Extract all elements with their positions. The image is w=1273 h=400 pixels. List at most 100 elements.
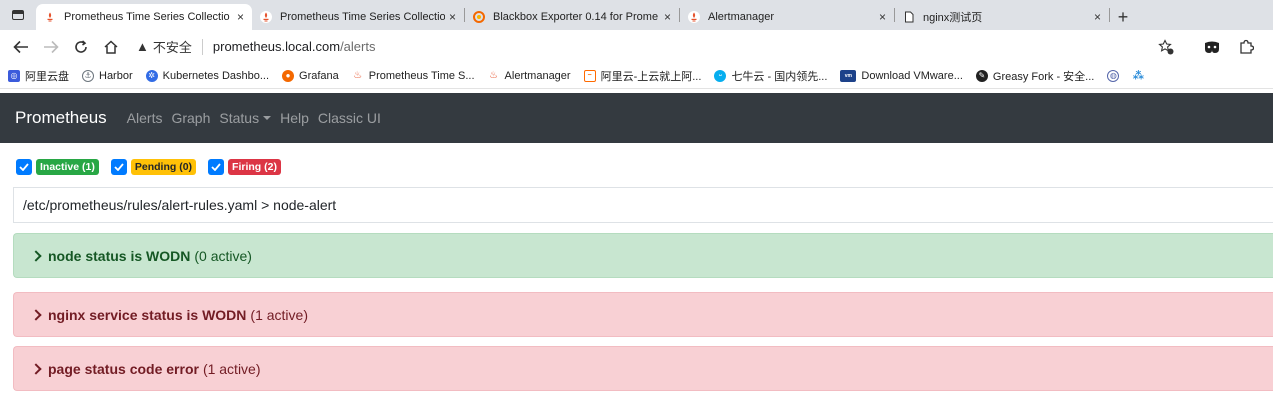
bookmark-item[interactable]: ♨ Alertmanager bbox=[487, 69, 571, 82]
alert-rule-firing[interactable]: nginx service status is WODN (1 active) bbox=[13, 292, 1273, 337]
grafana-icon: ● bbox=[282, 69, 295, 82]
chevron-right-icon bbox=[30, 362, 42, 375]
bookmark-label: Grafana bbox=[299, 69, 339, 82]
badge-firing: Firing (2) bbox=[228, 159, 281, 175]
bookmark-label: Harbor bbox=[99, 69, 133, 82]
home-button[interactable] bbox=[96, 33, 126, 61]
checkmark-icon bbox=[114, 163, 124, 171]
bookmark-label: 七牛云 - 国内领先... bbox=[731, 70, 828, 83]
tab-close-icon[interactable]: × bbox=[879, 10, 886, 24]
tab-close-icon[interactable]: × bbox=[237, 10, 244, 24]
globe-icon: ◍ bbox=[1107, 69, 1120, 82]
reload-button[interactable] bbox=[66, 33, 96, 61]
browser-toolbar: ▲ 不安全 prometheus.local.com /alerts bbox=[0, 30, 1273, 63]
prometheus-icon: ♨ bbox=[487, 69, 500, 82]
browser-tab-strip: Prometheus Time Series Collectio × Prome… bbox=[0, 0, 1273, 30]
checkbox-inactive[interactable] bbox=[16, 159, 32, 175]
arrow-left-icon bbox=[13, 40, 28, 53]
alert-active-count: (1 active) bbox=[202, 360, 261, 377]
bookmark-item[interactable]: ✎ Greasy Fork - 安全... bbox=[975, 68, 1094, 84]
nav-status-label: Status bbox=[219, 110, 260, 126]
badge-inactive: Inactive (1) bbox=[36, 159, 99, 175]
bookmark-item[interactable]: ᵕ 七牛云 - 国内领先... bbox=[714, 68, 827, 84]
prometheus-icon: ♨ bbox=[351, 69, 364, 82]
alert-name: node status is WODN bbox=[48, 247, 191, 264]
tab-close-icon[interactable]: × bbox=[449, 10, 456, 24]
nav-help[interactable]: Help bbox=[280, 110, 309, 126]
bookmark-item[interactable]: ● Grafana bbox=[282, 69, 339, 82]
address-divider bbox=[201, 38, 203, 55]
profile-button[interactable] bbox=[1195, 33, 1229, 61]
kubernetes-icon: ✲ bbox=[145, 69, 158, 82]
alert-active-count: (1 active) bbox=[250, 306, 308, 323]
bookmark-item[interactable]: ⚓ Harbor bbox=[82, 69, 133, 82]
bookmark-item[interactable]: ♨ Prometheus Time S... bbox=[351, 69, 475, 82]
grafana-icon bbox=[473, 11, 485, 23]
arrow-right-icon bbox=[44, 40, 59, 53]
nav-graph[interactable]: Graph bbox=[171, 110, 210, 126]
insecure-label[interactable]: 不安全 bbox=[153, 37, 192, 56]
tab-actions-button[interactable] bbox=[0, 0, 36, 30]
bookmark-item[interactable]: ✲ Kubernetes Dashbo... bbox=[145, 69, 270, 82]
filter-pending[interactable]: Pending (0) bbox=[110, 159, 197, 175]
alert-name: page status code error bbox=[48, 360, 199, 377]
checkbox-firing[interactable] bbox=[208, 159, 225, 175]
badge-pending: Pending (0) bbox=[130, 159, 197, 175]
star-add-icon bbox=[1158, 38, 1174, 54]
new-tab-button[interactable]: + bbox=[1110, 4, 1136, 30]
state-filters: Inactive (1) Pending (0) Firing (2) bbox=[16, 158, 293, 176]
address-bar[interactable]: ▲ 不安全 prometheus.local.com /alerts bbox=[126, 33, 1149, 61]
page-icon bbox=[905, 11, 914, 23]
toolbar-right-icons bbox=[1149, 33, 1273, 61]
nav-alerts[interactable]: Alerts bbox=[127, 110, 163, 126]
bookmark-label: Download VMware... bbox=[861, 69, 963, 82]
bookmark-label: 阿里云盘 bbox=[25, 70, 69, 83]
reload-icon bbox=[75, 39, 87, 53]
bookmark-label: Prometheus Time S... bbox=[368, 69, 475, 82]
prometheus-navbar: Prometheus Alerts Graph Status Help Clas… bbox=[0, 93, 1273, 143]
alert-active-count: (0 active) bbox=[194, 247, 252, 264]
app-grid-icon: ⁂ bbox=[1132, 69, 1145, 82]
favorite-button[interactable] bbox=[1149, 33, 1183, 61]
filter-firing[interactable]: Firing (2) bbox=[208, 159, 281, 175]
qiniu-icon: ᵕ bbox=[714, 69, 727, 82]
aliyun-drive-icon: ◎ bbox=[8, 69, 20, 82]
harbor-icon: ⚓ bbox=[82, 69, 94, 82]
bookmark-item[interactable]: vm Download VMware... bbox=[840, 69, 963, 82]
bookmark-label: Kubernetes Dashbo... bbox=[162, 69, 270, 82]
bookmark-item[interactable]: ◍ bbox=[1107, 69, 1124, 82]
nav-status-dropdown[interactable]: Status bbox=[219, 110, 272, 126]
prometheus-icon bbox=[44, 11, 56, 23]
plus-icon: + bbox=[1117, 6, 1129, 27]
browser-tab[interactable]: nginx测试页 × bbox=[895, 4, 1109, 30]
nav-classic-ui[interactable]: Classic UI bbox=[318, 110, 381, 126]
browser-tab[interactable]: Prometheus Time Series Collectio × bbox=[252, 4, 464, 30]
vmware-icon: vm bbox=[840, 69, 857, 82]
brand-link[interactable]: Prometheus bbox=[15, 108, 107, 128]
mask-icon bbox=[1205, 41, 1219, 53]
bookmark-item[interactable]: ⁂ bbox=[1132, 69, 1149, 82]
browser-tab[interactable]: Alertmanager × bbox=[680, 4, 894, 30]
filter-inactive[interactable]: Inactive (1) bbox=[16, 159, 99, 175]
alert-rule-firing[interactable]: page status code error (1 active) bbox=[13, 346, 1273, 391]
back-button[interactable] bbox=[6, 33, 36, 61]
checkbox-pending[interactable] bbox=[110, 159, 127, 175]
greasyfork-icon: ✎ bbox=[975, 69, 988, 82]
forward-button[interactable] bbox=[36, 33, 66, 61]
tab-title: Prometheus Time Series Collectio bbox=[280, 11, 445, 23]
chevron-right-icon bbox=[30, 249, 42, 262]
warning-icon[interactable]: ▲ bbox=[136, 39, 149, 54]
aliyun-icon: − bbox=[583, 69, 596, 82]
tab-close-icon[interactable]: × bbox=[664, 10, 671, 24]
browser-tab[interactable]: Blackbox Exporter 0.14 for Prome × bbox=[465, 4, 679, 30]
tab-title: Prometheus Time Series Collectio bbox=[64, 11, 230, 23]
tab-close-icon[interactable]: × bbox=[1094, 10, 1101, 24]
bookmark-item[interactable]: ◎ 阿里云盘 bbox=[8, 68, 69, 84]
tab-actions-icon bbox=[12, 10, 24, 20]
alert-rule-inactive[interactable]: node status is WODN (0 active) bbox=[13, 233, 1273, 278]
bookmark-item[interactable]: − 阿里云-上云就上阿... bbox=[583, 68, 701, 84]
browser-tab-active[interactable]: Prometheus Time Series Collectio × bbox=[36, 4, 252, 30]
extensions-button[interactable] bbox=[1229, 33, 1263, 61]
puzzle-icon bbox=[1240, 39, 1254, 54]
prometheus-icon bbox=[260, 11, 272, 23]
